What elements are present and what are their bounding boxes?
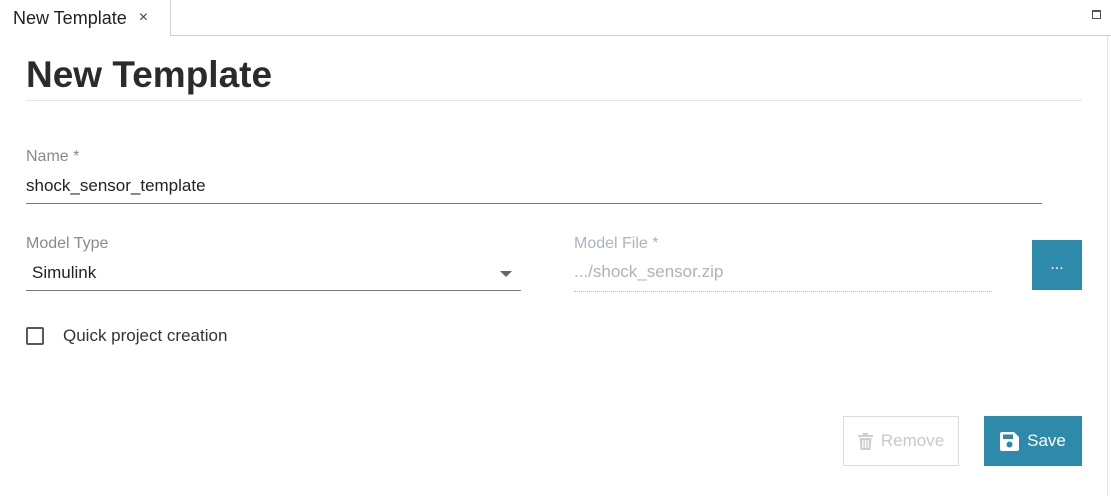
quick-project-option[interactable]: Quick project creation [26,326,227,346]
browse-file-button[interactable]: ... [1032,240,1082,290]
name-input[interactable]: shock_sensor_template [26,176,206,196]
name-label: Name * [26,148,80,165]
tab-new-template[interactable]: New Template × [0,0,171,36]
save-button[interactable]: Save [984,416,1082,466]
remove-label: Remove [880,431,945,450]
editor-tab-bar: New Template × [0,0,1111,36]
model-file-label: Model File * [574,235,659,252]
page-title: New Template [26,54,273,95]
save-label: Save [1027,431,1066,450]
close-icon[interactable]: × [139,10,148,26]
quick-project-checkbox[interactable] [26,327,44,345]
model-file-underline [574,291,992,292]
remove-button[interactable]: Remove [843,416,959,466]
model-type-select[interactable]: Simulink [26,258,521,291]
model-type-label: Model Type [26,235,109,252]
maximize-icon[interactable] [1092,10,1101,19]
name-input-underline [26,203,1042,204]
title-divider [26,100,1082,101]
quick-project-label: Quick project creation [63,326,228,345]
tab-label: New Template [13,7,127,28]
floppy-disk-icon [1000,431,1020,451]
trash-icon [857,432,873,450]
template-form-panel: New Template Name * shock_sensor_templat… [0,36,1108,496]
model-type-value: Simulink [32,263,97,282]
chevron-down-icon [500,271,512,277]
model-file-field: .../shock_sensor.zip [574,262,724,281]
